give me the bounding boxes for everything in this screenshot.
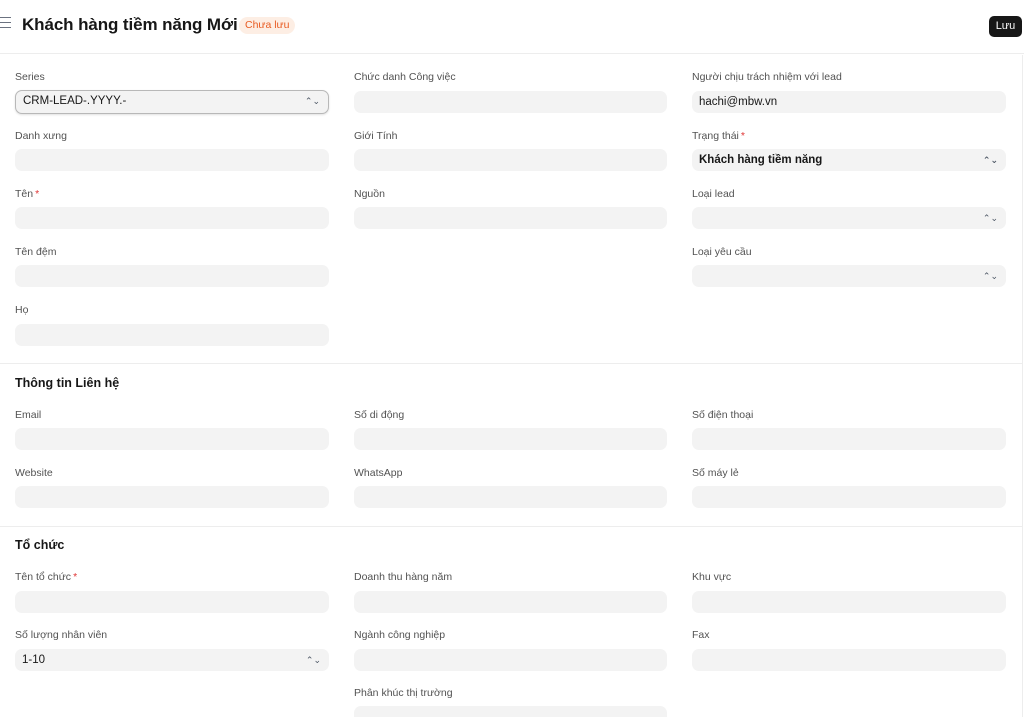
last-name-label: Họ (15, 304, 29, 316)
salutation-label: Danh xưng (15, 130, 67, 142)
select-chevron-icon: ⌃⌄ (304, 96, 320, 106)
fax-label: Fax (692, 629, 710, 641)
website-field[interactable] (15, 486, 329, 508)
last-name-field[interactable] (15, 324, 329, 346)
select-chevron-icon: ⌃⌄ (982, 271, 998, 281)
status-select[interactable]: Khách hàng tiềm năng ⌃⌄ (692, 149, 1006, 171)
contact-section-title: Thông tin Liên hệ (15, 376, 120, 390)
first-name-field[interactable] (15, 207, 329, 229)
required-mark: * (35, 188, 40, 200)
status-value: Khách hàng tiềm năng (699, 154, 823, 166)
middle-name-label: Tên đệm (15, 246, 57, 258)
market-segment-label: Phân khúc thị trường (354, 687, 453, 699)
lead-type-label: Loại lead (692, 188, 735, 200)
hamburger-menu-icon[interactable] (0, 17, 12, 31)
market-segment-field[interactable] (354, 706, 667, 717)
status-label: Trạng thái * (692, 130, 745, 142)
series-label: Series (15, 71, 45, 83)
series-value: CRM-LEAD-.YYYY.- (23, 95, 127, 107)
gender-field[interactable] (354, 149, 667, 171)
territory-label: Khu vực (692, 571, 732, 583)
salutation-field[interactable] (15, 149, 329, 171)
save-button[interactable]: Lưu (989, 16, 1022, 37)
request-type-label: Loại yêu cầu (692, 246, 752, 258)
fax-field[interactable] (692, 649, 1006, 671)
phone-ext-label: Số máy lẻ (692, 467, 739, 479)
middle-name-field[interactable] (15, 265, 329, 287)
select-chevron-icon: ⌃⌄ (982, 155, 998, 165)
whatsapp-field[interactable] (354, 486, 667, 508)
employees-label: Số lượng nhân viên (15, 629, 108, 641)
gender-label: Giới Tính (354, 130, 398, 142)
phone-label: Số điện thoại (692, 409, 754, 421)
phone-field[interactable] (692, 428, 1006, 450)
whatsapp-label: WhatsApp (354, 467, 403, 479)
request-type-select[interactable]: ⌃⌄ (692, 265, 1006, 287)
job-title-field[interactable] (354, 91, 667, 113)
annual-revenue-label: Doanh thu hàng năm (354, 571, 453, 583)
source-field[interactable] (354, 207, 667, 229)
employees-select[interactable]: 1-10 ⌃⌄ (15, 649, 329, 671)
page-title: Khách hàng tiềm năng Mới (22, 15, 238, 34)
status-badge: Chưa lưu (239, 17, 296, 34)
select-chevron-icon: ⌃⌄ (305, 655, 321, 665)
job-title-label: Chức danh Công việc (354, 71, 456, 83)
series-select[interactable]: CRM-LEAD-.YYYY.- ⌃⌄ (15, 90, 329, 114)
territory-field[interactable] (692, 591, 1006, 613)
annual-revenue-field[interactable] (354, 591, 667, 613)
organization-section-title: Tổ chức (15, 538, 65, 552)
required-mark: * (73, 571, 78, 583)
mobile-label: Số di động (354, 409, 405, 421)
phone-ext-field[interactable] (692, 486, 1006, 508)
company-name-label: Tên tổ chức * (15, 571, 78, 583)
section-divider (0, 526, 1022, 527)
employees-value: 1-10 (22, 654, 46, 666)
page-header: Khách hàng tiềm năng Mới Chưa lưu Lưu (0, 0, 1024, 54)
company-name-field[interactable] (15, 591, 329, 613)
email-label: Email (15, 409, 42, 421)
source-label: Nguồn (354, 188, 385, 200)
lead-type-select[interactable]: ⌃⌄ (692, 207, 1006, 229)
first-name-label: Tên * (15, 188, 40, 200)
section-divider (0, 363, 1022, 364)
required-mark: * (740, 130, 745, 142)
lead-owner-label: Người chịu trách nhiệm với lead (692, 71, 842, 83)
industry-field[interactable] (354, 649, 667, 671)
email-field[interactable] (15, 428, 329, 450)
mobile-field[interactable] (354, 428, 667, 450)
industry-label: Ngành công nghiệp (354, 629, 446, 641)
lead-owner-field[interactable]: hachi@mbw.vn (692, 91, 1006, 113)
website-label: Website (15, 467, 53, 479)
select-chevron-icon: ⌃⌄ (982, 213, 998, 223)
